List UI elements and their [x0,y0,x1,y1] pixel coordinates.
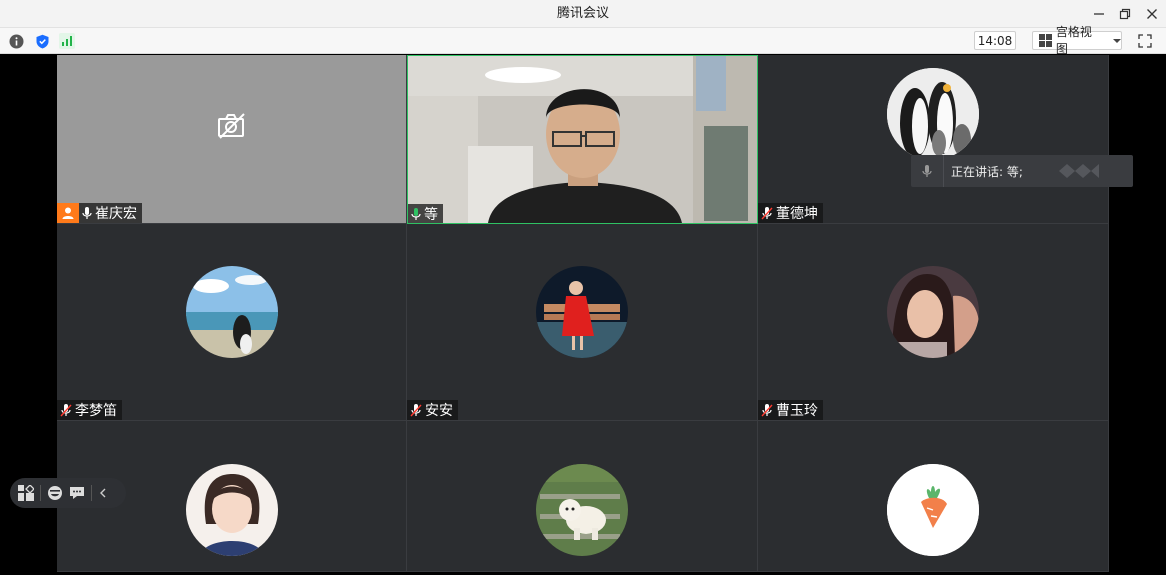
participant-name: 李梦笛 [75,403,117,419]
security-button[interactable] [34,33,50,49]
participant-name: 曹玉玲 [776,403,818,419]
avatar-image [536,464,628,556]
info-button[interactable] [8,33,24,49]
speaking-text: 正在讲话: 等; [951,164,1023,179]
microphone-active-icon [411,207,421,220]
carrot-icon [887,464,979,556]
info-icon [9,34,23,48]
participant-tile[interactable]: 李梦笛 [57,224,407,421]
microphone-icon [82,207,92,219]
participant-avatar [185,266,278,358]
participant-name: 崔庆宏 [95,206,137,222]
collapse-button[interactable] [98,487,108,499]
microphone-icon [922,165,932,177]
participant-tile[interactable] [407,421,758,572]
minimize-button[interactable] [1089,4,1109,24]
emoji-button[interactable] [47,485,63,501]
speaking-mic [911,155,944,187]
participant-avatar [887,266,979,358]
participant-name: 安安 [425,403,453,419]
participant-nameplate: 李梦笛 [57,400,122,420]
video-feed [408,56,757,223]
speaking-indicator: 正在讲话: 等; [911,155,1133,187]
participant-nameplate: 等 [408,204,443,223]
participant-avatar [185,464,278,556]
avatar-image [185,266,278,358]
close-icon [1147,9,1157,19]
grid-view-icon [1039,34,1052,47]
participant-tile[interactable]: 安安 [407,224,758,421]
view-mode-label: 宫格视图 [1055,24,1092,56]
participant-name: 董德坤 [776,206,818,222]
layout-icon [18,485,34,501]
fullscreen-icon [1138,34,1152,48]
floating-toolbar [10,478,126,508]
title-bar: 腾讯会议 [0,0,1166,28]
participant-tile[interactable]: 曹玉玲 [758,224,1109,421]
microphone-muted-icon [761,207,773,220]
meeting-time: 14:08 [974,31,1016,50]
shield-icon [36,34,48,48]
participant-avatar [536,266,628,358]
chevron-left-icon [100,488,106,498]
participant-tile[interactable]: 崔庆宏 [57,55,407,224]
restore-button[interactable] [1115,4,1135,24]
participant-avatar [536,464,628,556]
toolbar-divider [91,485,92,501]
host-icon [62,207,74,219]
close-button[interactable] [1142,4,1162,24]
chat-icon [70,487,84,499]
avatar-image [887,266,979,358]
participant-avatar [887,464,979,556]
microphone-muted-icon [60,404,72,417]
fullscreen-button[interactable] [1136,32,1154,50]
participant-tile[interactable]: 董德坤 [758,55,1109,224]
emoji-icon [48,486,62,500]
participant-name: 等 [424,206,438,223]
window-title: 腾讯会议 [556,6,609,21]
host-badge [57,203,79,223]
toolbar-divider [40,485,41,501]
avatar-image [887,68,979,160]
participant-nameplate: 安安 [407,400,458,420]
participant-nameplate: 董德坤 [758,203,823,223]
signal-icon [59,33,75,49]
camera-off-icon [218,113,245,139]
avatar-image [185,464,278,556]
minimize-icon [1094,13,1104,15]
video-grid: 崔庆宏 等 董德坤 李梦笛 安安 曹玉玲 [57,55,1109,572]
dropdown-arrow-icon [1113,38,1121,43]
chat-button[interactable] [69,485,85,501]
microphone-muted-icon [410,404,422,417]
participant-nameplate: 曹玉玲 [758,400,823,420]
participant-tile[interactable] [758,421,1109,572]
watermark-icon [1058,164,1099,178]
view-mode-button[interactable]: 宫格视图 [1032,25,1122,56]
participant-avatar [887,68,979,160]
restore-icon [1119,8,1131,20]
layout-button[interactable] [18,485,34,501]
participant-nameplate: 崔庆宏 [57,203,142,223]
network-status-button[interactable] [59,33,75,49]
avatar-image [536,266,628,358]
microphone-muted-icon [761,404,773,417]
participant-tile-active[interactable]: 等 [407,55,758,224]
meeting-toolbar: 14:08 宫格视图 [0,25,1166,56]
